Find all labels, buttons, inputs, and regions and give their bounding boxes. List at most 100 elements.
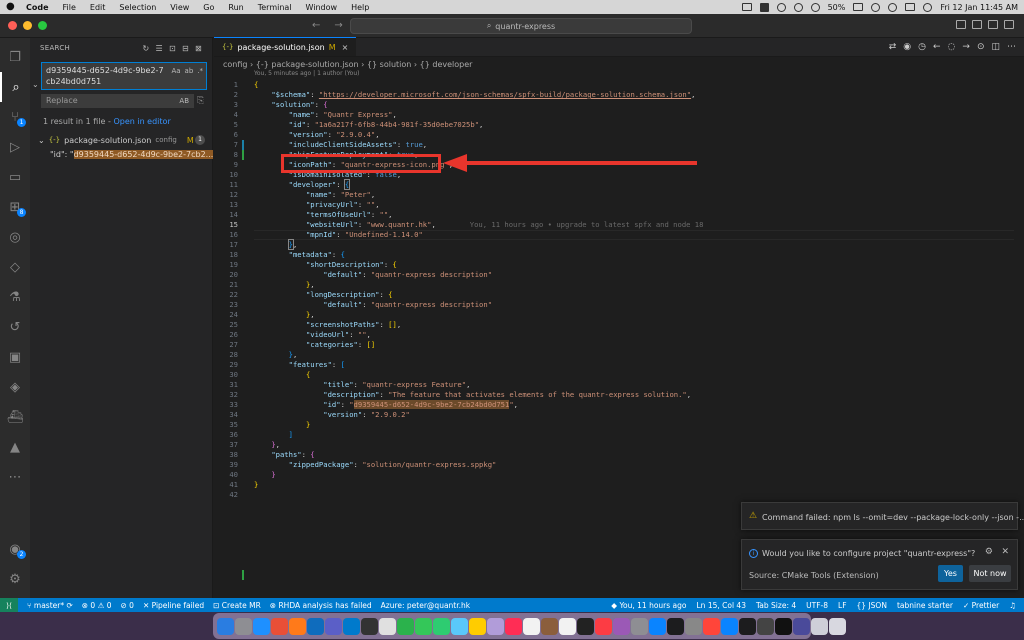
siri-icon[interactable] xyxy=(923,2,933,12)
command-center[interactable]: ⌕ quantr-express xyxy=(350,18,692,34)
branch-status[interactable]: ⑂ master* ⟳ xyxy=(27,601,73,610)
more-views-icon[interactable]: ⋯ xyxy=(0,462,30,492)
battery-icon[interactable] xyxy=(853,3,864,11)
music-icon[interactable] xyxy=(505,617,522,635)
preview-icon[interactable] xyxy=(685,617,702,635)
battery-percent[interactable]: 50% xyxy=(828,3,846,12)
yes-button[interactable]: Yes xyxy=(938,565,963,582)
explorer-icon[interactable]: ❐ xyxy=(0,42,30,72)
prettier-status[interactable]: ✓ Prettier xyxy=(963,601,999,610)
apple-icon[interactable]: ● xyxy=(6,2,16,12)
git-history-icon[interactable]: ◌ xyxy=(948,42,956,52)
toggle-sidebar-icon[interactable] xyxy=(956,20,966,29)
forward-arrow-icon[interactable]: → xyxy=(334,20,342,31)
vscode-icon[interactable] xyxy=(343,617,360,635)
use-regex-icon[interactable]: .* xyxy=(197,66,203,77)
notes-icon[interactable] xyxy=(469,617,486,635)
screen-mirror-icon[interactable] xyxy=(741,3,752,11)
outlook-icon[interactable] xyxy=(307,617,324,635)
tab-size-status[interactable]: Tab Size: 4 xyxy=(756,601,796,610)
gitlens-icon[interactable]: ◎ xyxy=(0,222,30,252)
search-input[interactable]: d9359445-d652-4d9c-9be2-7cb24bd0d751 Aa … xyxy=(41,62,207,90)
blame-codelens[interactable]: You, 5 minutes ago | 1 author (You) xyxy=(214,70,1024,80)
spotlight-icon[interactable] xyxy=(888,2,898,12)
language-mode-status[interactable]: {} JSON xyxy=(857,601,887,610)
reminders-icon[interactable] xyxy=(559,617,576,635)
terminal-icon[interactable] xyxy=(361,617,378,635)
breadcrumb-file[interactable]: {-} package-solution.json xyxy=(256,60,359,69)
wifi-icon[interactable] xyxy=(871,2,881,12)
notifications-bell-icon[interactable]: ♫ xyxy=(1009,601,1016,610)
source-control-icon[interactable]: ⑂ 1 xyxy=(0,102,30,132)
intellij-icon[interactable] xyxy=(379,617,396,635)
mail-icon[interactable] xyxy=(451,617,468,635)
preserve-case-icon[interactable]: AB xyxy=(179,95,189,107)
breadcrumb-config[interactable]: config xyxy=(223,60,247,69)
testing-icon[interactable]: ⚗ xyxy=(0,282,30,312)
cursor-position-status[interactable]: Ln 15, Col 43 xyxy=(697,601,746,610)
minimize-window-button[interactable] xyxy=(23,21,32,30)
back-arrow-icon[interactable]: ← xyxy=(312,20,320,31)
menu-help[interactable]: Help xyxy=(351,3,369,12)
open-in-editor-link[interactable]: Open in editor xyxy=(113,117,170,126)
tab-package-solution[interactable]: {-} package-solution.json M × xyxy=(214,37,357,56)
manage-gear-icon[interactable]: ⚙ xyxy=(0,564,30,594)
iterm-icon[interactable] xyxy=(739,617,756,635)
cmake-icon[interactable]: ◈ xyxy=(0,372,30,402)
problems-status[interactable]: ⊗ 0 ⚠ 0 xyxy=(82,601,112,610)
create-mr-status[interactable]: ⊡ Create MR xyxy=(213,601,261,610)
collapse-all-icon[interactable]: ⊠ xyxy=(195,44,202,53)
breadcrumb-developer[interactable]: {} developer xyxy=(420,60,473,69)
new-search-editor-icon[interactable]: ⊡ xyxy=(169,44,176,53)
menu-file[interactable]: File xyxy=(63,3,76,12)
toggle-replace-chevron-icon[interactable]: ⌄ xyxy=(32,80,39,89)
xcode-icon[interactable] xyxy=(721,617,738,635)
open-preview-icon[interactable]: ◉ xyxy=(903,42,911,52)
system-settings-icon[interactable] xyxy=(631,617,648,635)
apple-tv-icon[interactable] xyxy=(577,617,594,635)
docker-icon[interactable]: ⛴ xyxy=(0,402,30,432)
more-actions-icon[interactable]: ⋯ xyxy=(1007,42,1016,52)
cmake-notification[interactable]: i Would you like to configure project "q… xyxy=(741,539,1018,590)
menu-app[interactable]: Code xyxy=(26,3,49,12)
toggle-secondary-sidebar-icon[interactable] xyxy=(988,20,998,29)
menu-run[interactable]: Run xyxy=(228,3,243,12)
downloads-stack-icon[interactable] xyxy=(811,617,828,635)
bluetooth-icon[interactable] xyxy=(776,2,786,12)
photos-icon[interactable] xyxy=(487,617,504,635)
virtual-machine-icon[interactable] xyxy=(793,617,810,635)
error-notification[interactable]: ⚠ Command failed: npm ls --omit=dev --pa… xyxy=(741,502,1024,530)
clock[interactable]: Fri 12 Jan 11:45 AM xyxy=(940,3,1018,12)
podcasts-icon[interactable] xyxy=(613,617,630,635)
match-case-icon[interactable]: Aa xyxy=(171,66,180,77)
go-back-change-icon[interactable]: ← xyxy=(933,42,941,52)
result-file-row[interactable]: ⌄ {-} package-solution.json config M 1 xyxy=(30,133,213,147)
live-share-icon[interactable]: ↺ xyxy=(0,312,30,342)
not-now-button[interactable]: Not now xyxy=(969,565,1011,582)
finder-icon[interactable] xyxy=(217,617,234,635)
gitlab-icon[interactable]: ◇ xyxy=(0,252,30,282)
menu-edit[interactable]: Edit xyxy=(90,3,106,12)
teams-icon[interactable] xyxy=(325,617,342,635)
zoom-window-button[interactable] xyxy=(38,21,47,30)
clear-results-icon[interactable]: ☰ xyxy=(155,44,162,53)
trash-icon[interactable] xyxy=(829,617,846,635)
launchpad-icon[interactable] xyxy=(235,617,252,635)
replace-input[interactable]: Replace AB xyxy=(41,94,194,108)
close-tab-icon[interactable]: × xyxy=(342,43,349,52)
git-blame-status[interactable]: ◆ You, 11 hours ago xyxy=(611,601,686,610)
x-app-icon[interactable] xyxy=(775,617,792,635)
ports-status[interactable]: ⊘ 0 xyxy=(120,601,133,610)
play-icon[interactable] xyxy=(810,2,820,12)
timeline-icon[interactable]: ◷ xyxy=(918,42,926,52)
breadcrumb-solution[interactable]: {} solution xyxy=(367,60,411,69)
close-notification-icon[interactable]: ✕ xyxy=(1001,547,1009,557)
chrome-icon[interactable] xyxy=(271,617,288,635)
replace-all-icon[interactable]: ⎘ xyxy=(197,96,204,106)
safari-icon[interactable] xyxy=(253,617,270,635)
activity-monitor-icon[interactable] xyxy=(667,617,684,635)
apple-music-icon[interactable] xyxy=(595,617,612,635)
facetime-icon[interactable] xyxy=(433,617,450,635)
azure-icon[interactable]: ▲ xyxy=(0,432,30,462)
utility-icon[interactable] xyxy=(757,617,774,635)
